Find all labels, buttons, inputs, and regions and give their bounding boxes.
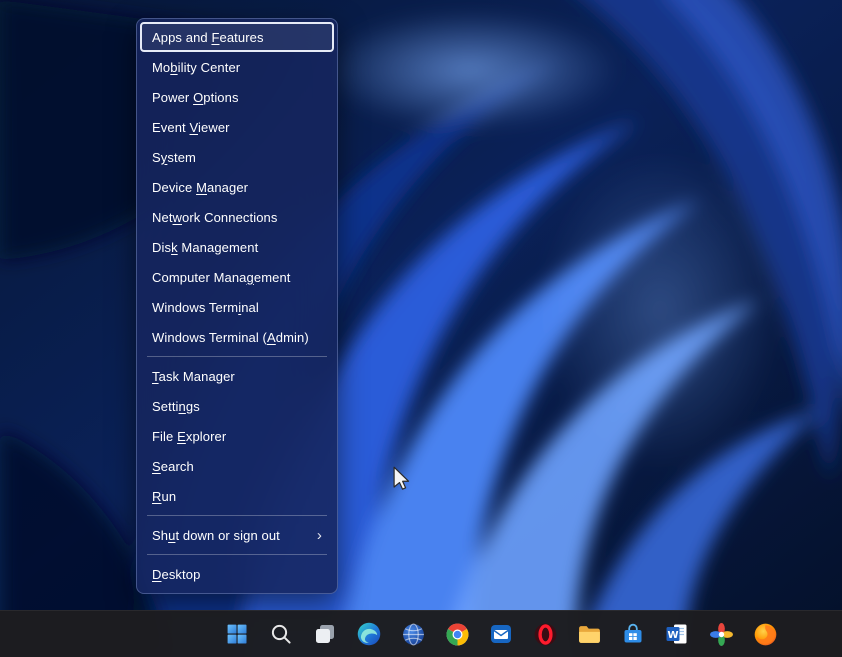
globe-icon: [401, 622, 426, 647]
menu-item-event-viewer[interactable]: Event Viewer: [140, 112, 334, 142]
menu-item-shut-down-or-sign-out[interactable]: Shut down or sign out ›: [140, 520, 334, 550]
winx-menu: Apps and Features Mobility Center Power Op…: [136, 18, 338, 594]
svg-text:W: W: [667, 630, 678, 641]
edge-browser-icon: [356, 621, 382, 647]
menu-item-device-manager[interactable]: Device Manager: [140, 172, 334, 202]
menu-item-label: Shut down or sign out: [152, 528, 280, 543]
word-icon: W: [665, 622, 689, 646]
menu-item-network-connections[interactable]: Network Connections: [140, 202, 334, 232]
menu-item-label: System: [152, 150, 196, 165]
taskbar-mail-button[interactable]: [481, 614, 521, 654]
taskbar-chrome-button[interactable]: [437, 614, 477, 654]
taskbar-firefox-button[interactable]: [745, 614, 785, 654]
taskbar-start-button[interactable]: [217, 614, 257, 654]
taskbar-word-button[interactable]: W: [657, 614, 697, 654]
menu-item-windows-terminal[interactable]: Windows Terminal: [140, 292, 334, 322]
menu-item-apps-and-features[interactable]: Apps and Features: [140, 22, 334, 52]
taskbar-search-button[interactable]: [261, 614, 301, 654]
menu-item-label: Search: [152, 459, 194, 474]
taskbar-store-button[interactable]: [613, 614, 653, 654]
menu-item-label: Power Options: [152, 90, 239, 105]
taskbar-photos-button[interactable]: [701, 614, 741, 654]
menu-separator: [147, 356, 327, 357]
opera-browser-icon: [533, 622, 558, 647]
menu-item-task-manager[interactable]: Task Manager: [140, 361, 334, 391]
mail-icon: [489, 622, 513, 646]
chrome-browser-icon: [445, 622, 470, 647]
submenu-chevron-icon: ›: [309, 528, 322, 543]
taskbar-icons: W: [217, 614, 785, 654]
microsoft-store-icon: [621, 622, 645, 646]
menu-item-label: Run: [152, 489, 176, 504]
menu-item-settings[interactable]: Settings: [140, 391, 334, 421]
taskbar-file-explorer-button[interactable]: [569, 614, 609, 654]
task-view-icon: [313, 622, 337, 646]
menu-item-label: Windows Terminal (Admin): [152, 330, 309, 345]
menu-separator: [147, 515, 327, 516]
taskbar-task-view-button[interactable]: [305, 614, 345, 654]
windows-start-icon: [225, 622, 249, 646]
menu-item-search[interactable]: Search: [140, 451, 334, 481]
taskbar-opera-button[interactable]: [525, 614, 565, 654]
menu-item-system[interactable]: System: [140, 142, 334, 172]
menu-item-label: Network Connections: [152, 210, 277, 225]
menu-item-label: Apps and Features: [152, 30, 264, 45]
mouse-cursor-icon: [392, 466, 410, 490]
wallpaper-image: [0, 0, 842, 657]
menu-item-file-explorer[interactable]: File Explorer: [140, 421, 334, 451]
taskbar-edge-button[interactable]: [349, 614, 389, 654]
taskbar-globe-button[interactable]: [393, 614, 433, 654]
file-explorer-folder-icon: [577, 622, 602, 647]
desktop: Apps and Features Mobility Center Power Op…: [0, 0, 842, 657]
menu-item-label: Mobility Center: [152, 60, 240, 75]
menu-item-label: Device Manager: [152, 180, 248, 195]
menu-item-label: Computer Management: [152, 270, 291, 285]
menu-item-computer-management[interactable]: Computer Management: [140, 262, 334, 292]
menu-item-label: Task Manager: [152, 369, 235, 384]
firefox-browser-icon: [753, 622, 778, 647]
menu-item-power-options[interactable]: Power Options: [140, 82, 334, 112]
menu-item-mobility-center[interactable]: Mobility Center: [140, 52, 334, 82]
menu-item-label: Settings: [152, 399, 200, 414]
menu-separator: [147, 554, 327, 555]
menu-item-label: Desktop: [152, 567, 200, 582]
menu-item-run[interactable]: Run: [140, 481, 334, 511]
menu-item-label: Event Viewer: [152, 120, 230, 135]
menu-item-label: Disk Management: [152, 240, 258, 255]
search-icon: [269, 622, 293, 646]
photos-pinwheel-icon: [709, 622, 734, 647]
menu-item-label: File Explorer: [152, 429, 226, 444]
taskbar: W: [0, 610, 842, 657]
menu-item-windows-terminal-admin[interactable]: Windows Terminal (Admin): [140, 322, 334, 352]
menu-item-disk-management[interactable]: Disk Management: [140, 232, 334, 262]
menu-item-desktop[interactable]: Desktop: [140, 559, 334, 589]
menu-item-label: Windows Terminal: [152, 300, 259, 315]
